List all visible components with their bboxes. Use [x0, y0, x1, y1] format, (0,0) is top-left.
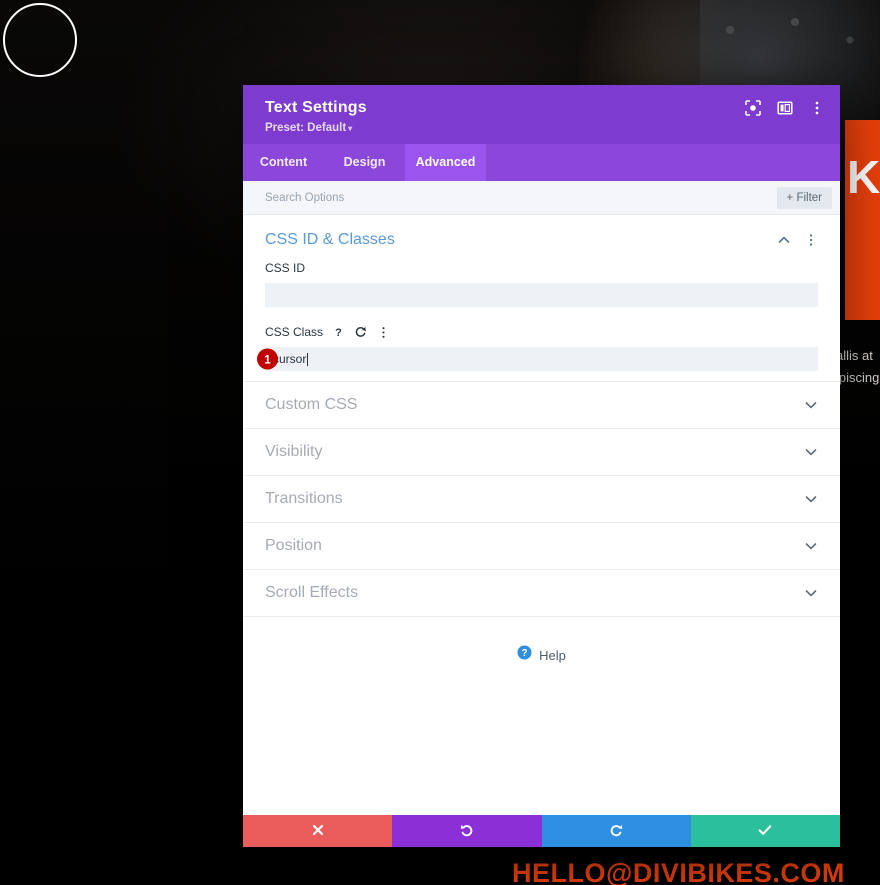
- close-icon: [311, 823, 325, 840]
- reset-icon[interactable]: [354, 325, 368, 339]
- help-link[interactable]: ? Help: [243, 617, 840, 665]
- section-row-transitions[interactable]: Transitions: [243, 476, 840, 523]
- text-settings-modal: Text Settings Preset: Default ▾ Content …: [243, 85, 840, 847]
- css-class-label: CSS Class: [265, 325, 324, 339]
- right-body-line-2: ipiscing: [836, 370, 880, 385]
- search-input[interactable]: [265, 191, 777, 204]
- svg-text:?: ?: [335, 327, 342, 339]
- modal-tabs: Content Design Advanced: [243, 144, 840, 181]
- section-title: CSS ID & Classes: [265, 231, 395, 248]
- section-row-position[interactable]: Position: [243, 523, 840, 570]
- modal-header: Text Settings Preset: Default ▾: [243, 85, 840, 144]
- tab-advanced[interactable]: Advanced: [405, 144, 486, 181]
- footer-email-text: HELLO@DIVIBIKES.COM: [512, 858, 845, 885]
- section-css-id-classes: CSS ID & Classes CSS ID CSS Class ? 1 cu…: [243, 215, 840, 381]
- step-badge-1: 1: [257, 348, 278, 370]
- modal-header-icons: [744, 99, 826, 117]
- section-row-custom-css[interactable]: Custom CSS: [243, 382, 840, 429]
- more-vertical-icon[interactable]: [808, 99, 826, 117]
- cancel-button[interactable]: [243, 815, 393, 847]
- modal-body: CSS ID & Classes CSS ID CSS Class ? 1 cu…: [243, 215, 840, 815]
- right-body-line-1: allis at: [836, 348, 873, 363]
- tab-content[interactable]: Content: [243, 144, 324, 181]
- css-class-input-wrap: 1: [257, 347, 818, 371]
- css-id-label: CSS ID: [265, 261, 306, 275]
- field-css-class: CSS Class ? 1 cursor: [243, 321, 840, 375]
- preset-selector[interactable]: Preset: Default ▾: [265, 122, 822, 134]
- modal-action-bar: [243, 815, 840, 847]
- redo-icon: [608, 822, 624, 841]
- modal-title: Text Settings: [265, 99, 367, 116]
- section-more-vertical-icon[interactable]: [804, 233, 818, 247]
- filter-button[interactable]: + Filter: [776, 186, 832, 209]
- chevron-down-icon[interactable]: [804, 398, 818, 412]
- section-row-title: Custom CSS: [265, 396, 358, 413]
- section-row-title: Transitions: [265, 490, 343, 507]
- layout-columns-icon[interactable]: [776, 99, 794, 117]
- undo-button[interactable]: [392, 815, 542, 847]
- section-row-title: Visibility: [265, 443, 323, 460]
- css-class-input[interactable]: [265, 347, 818, 371]
- css-class-more-vertical-icon[interactable]: [377, 326, 390, 339]
- right-headline-fragment: KE: [847, 151, 880, 203]
- chevron-up-icon[interactable]: [777, 233, 791, 247]
- decorative-circle-icon: [3, 3, 77, 77]
- section-header-icons: [777, 233, 818, 247]
- css-class-label-row: CSS Class ?: [265, 325, 818, 339]
- help-label: Help: [539, 647, 566, 663]
- section-row-scroll-effects[interactable]: Scroll Effects: [243, 570, 840, 617]
- section-row-title: Scroll Effects: [265, 584, 359, 601]
- page-root: KE allis at ipiscing HELLO@DIVIBIKES.COM…: [0, 0, 880, 885]
- section-row-title: Position: [265, 537, 322, 554]
- redo-button[interactable]: [541, 815, 691, 847]
- chevron-down-icon: ▾: [348, 124, 353, 133]
- chevron-down-icon[interactable]: [804, 539, 818, 553]
- right-body-text: allis at ipiscing: [836, 345, 880, 389]
- section-row-visibility[interactable]: Visibility: [243, 429, 840, 476]
- chevron-down-icon[interactable]: [804, 445, 818, 459]
- help-icon[interactable]: ?: [332, 326, 345, 339]
- undo-icon: [459, 822, 475, 841]
- check-icon: [757, 822, 773, 841]
- help-circle-icon: ?: [517, 645, 532, 665]
- tab-design[interactable]: Design: [324, 144, 405, 181]
- field-css-id: CSS ID: [243, 257, 840, 307]
- section-css-id-classes-header[interactable]: CSS ID & Classes: [243, 215, 840, 257]
- css-id-label-row: CSS ID: [265, 261, 818, 275]
- save-button[interactable]: [690, 815, 840, 847]
- chevron-down-icon[interactable]: [804, 586, 818, 600]
- focus-target-icon[interactable]: [744, 99, 762, 117]
- search-options-bar: + Filter: [243, 181, 840, 215]
- svg-text:?: ?: [522, 648, 528, 659]
- chevron-down-icon[interactable]: [804, 492, 818, 506]
- preset-label: Preset: Default: [265, 122, 347, 134]
- css-id-input[interactable]: [265, 283, 818, 307]
